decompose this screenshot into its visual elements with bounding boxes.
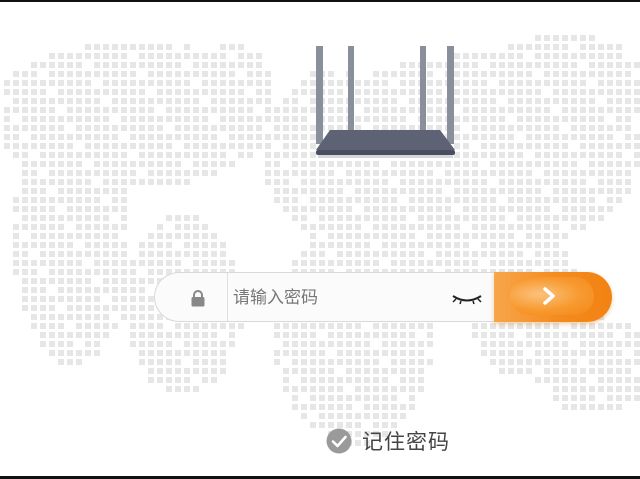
login-button[interactable] — [494, 272, 612, 322]
remember-password-label: 记住密码 — [362, 430, 450, 454]
lock-cell — [155, 273, 228, 321]
router-icon — [316, 46, 455, 158]
check-circle-icon[interactable] — [326, 428, 352, 454]
chevron-right-icon — [543, 287, 555, 305]
login-form — [154, 272, 614, 324]
remember-password-toggle[interactable]: 记住密码 — [326, 426, 450, 456]
eye-closed-icon[interactable] — [451, 291, 483, 305]
password-field — [154, 272, 499, 322]
login-page: 记住密码 — [0, 0, 640, 479]
password-input[interactable] — [231, 281, 440, 315]
lock-icon — [191, 290, 205, 307]
